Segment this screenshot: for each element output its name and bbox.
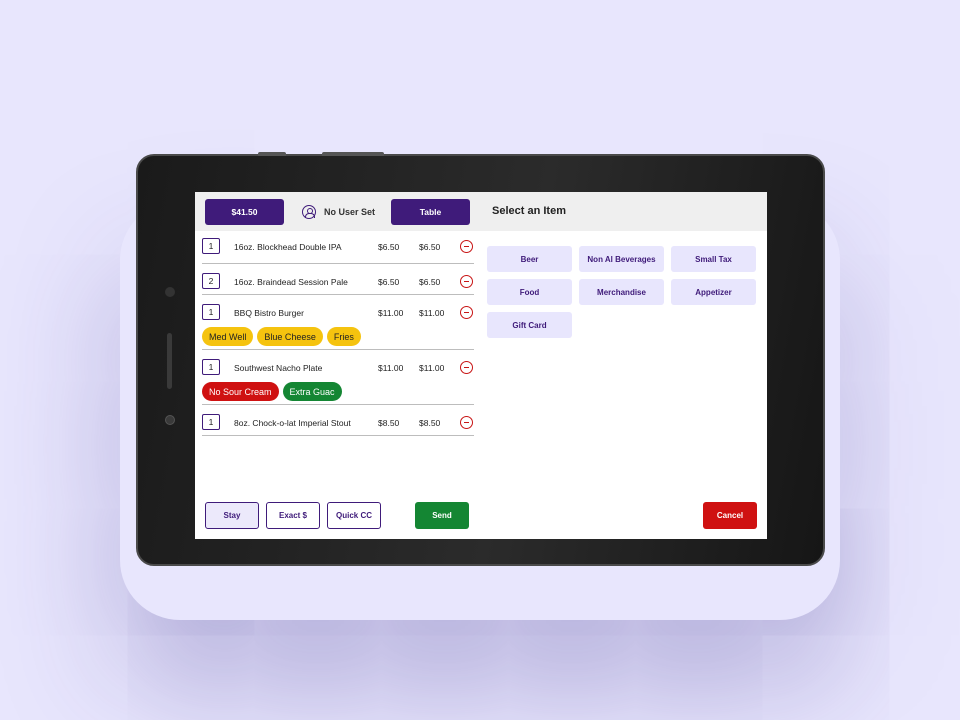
remove-circle-icon[interactable]: [460, 361, 473, 374]
category-grid: Beer Non Al Beverages Small Tax Food Merchan…: [487, 246, 757, 338]
speaker-grille: [167, 333, 172, 389]
quantity-box[interactable]: 2: [202, 273, 220, 289]
item-line-total: $6.50: [419, 277, 441, 287]
item-price: $6.50: [378, 277, 400, 287]
item-price: $11.00: [378, 308, 404, 318]
category-button[interactable]: Gift Card: [487, 312, 572, 338]
item-line-total: $8.50: [419, 418, 441, 428]
quantity-box[interactable]: 1: [202, 414, 220, 430]
item-name: BBQ Bistro Burger: [234, 308, 304, 318]
category-button[interactable]: Beer: [487, 246, 572, 272]
remove-circle-icon[interactable]: [460, 240, 473, 253]
order-line-item[interactable]: 1 8oz. Chock-o-lat Imperial Stout $8.50 $8.…: [202, 405, 474, 436]
order-line-item[interactable]: 1 Southwest Nacho Plate $11.00 $11.00 No Sou…: [202, 350, 474, 405]
modifier-chip[interactable]: Med Well: [202, 327, 254, 346]
modifier-chip[interactable]: Extra Guac: [282, 382, 342, 401]
item-price: $6.50: [378, 242, 400, 252]
exact-cash-button[interactable]: Exact $: [266, 502, 320, 529]
order-line-item[interactable]: 2 16oz. Braindead Session Pale $6.50 $6.50: [202, 264, 474, 295]
quick-cc-button[interactable]: Quick CC: [327, 502, 381, 529]
quantity-box[interactable]: 1: [202, 359, 220, 375]
category-button[interactable]: Merchandise: [579, 279, 664, 305]
category-button[interactable]: Food: [487, 279, 572, 305]
item-line-total: $11.00: [419, 308, 445, 318]
send-button[interactable]: Send: [415, 502, 469, 529]
power-button: [258, 152, 286, 156]
modifier-chip[interactable]: Blue Cheese: [257, 327, 323, 346]
order-list: 1 16oz. Blockhead Double IPA $6.50 $6.50 2 16…: [202, 237, 474, 436]
modifier-list: Med Well Blue Cheese Fries: [202, 324, 474, 352]
item-name: Southwest Nacho Plate: [234, 363, 323, 373]
table-button[interactable]: Table: [391, 199, 470, 225]
item-line-total: $6.50: [419, 242, 441, 252]
stay-button[interactable]: Stay: [205, 502, 259, 529]
modifier-chip[interactable]: Fries: [326, 327, 361, 346]
modifier-list: No Sour Cream Extra Guac: [202, 379, 474, 407]
item-line-total: $11.00: [419, 363, 445, 373]
item-price: $11.00: [378, 363, 404, 373]
order-total-button[interactable]: $41.50: [205, 199, 284, 225]
volume-button: [322, 152, 384, 156]
remove-circle-icon[interactable]: [460, 416, 473, 429]
category-button[interactable]: Appetizer: [671, 279, 756, 305]
cancel-button[interactable]: Cancel: [703, 502, 757, 529]
remove-circle-icon[interactable]: [460, 306, 473, 319]
order-line-item[interactable]: 1 16oz. Blockhead Double IPA $6.50 $6.50: [202, 237, 474, 264]
item-name: 8oz. Chock-o-lat Imperial Stout: [234, 418, 351, 428]
remove-circle-icon[interactable]: [460, 275, 473, 288]
user-circle-icon[interactable]: [302, 205, 316, 219]
camera-icon: [165, 287, 175, 297]
modifier-chip[interactable]: No Sour Cream: [202, 382, 279, 401]
item-name: 16oz. Braindead Session Pale: [234, 277, 348, 287]
user-label[interactable]: No User Set: [324, 207, 375, 217]
select-item-title: Select an Item: [492, 205, 566, 217]
pos-screen: $41.50 No User Set Table Select an Item …: [195, 192, 767, 539]
top-bar: $41.50 No User Set Table Select an Item: [195, 192, 767, 231]
quantity-box[interactable]: 1: [202, 304, 220, 320]
order-line-item[interactable]: 1 BBQ Bistro Burger $11.00 $11.00 Med Well Bl…: [202, 295, 474, 350]
category-button[interactable]: Non Al Beverages: [579, 246, 664, 272]
category-button[interactable]: Small Tax: [671, 246, 756, 272]
item-price: $8.50: [378, 418, 400, 428]
item-name: 16oz. Blockhead Double IPA: [234, 242, 342, 252]
quantity-box[interactable]: 1: [202, 238, 220, 254]
sensor-icon: [165, 415, 175, 425]
